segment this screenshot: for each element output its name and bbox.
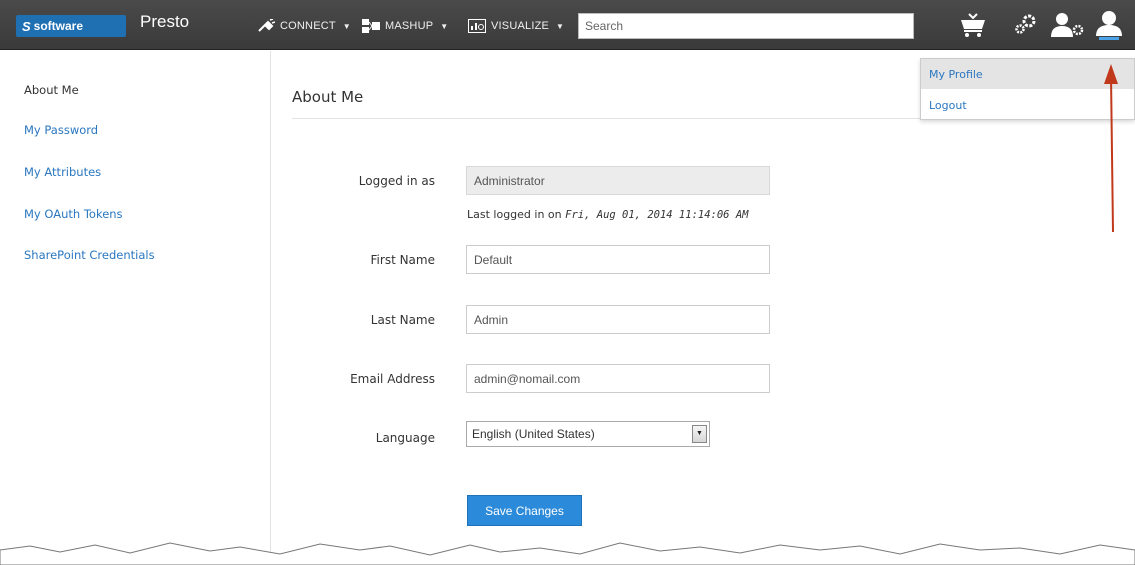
torn-edge-decoration bbox=[0, 542, 1135, 565]
user-profile-icon[interactable] bbox=[1096, 10, 1122, 40]
language-label: Language bbox=[375, 431, 435, 445]
chevron-down-icon[interactable]: ▼ bbox=[692, 425, 707, 443]
sidebar-item-about-me[interactable]: About Me bbox=[24, 83, 79, 97]
nav-mashup-menu[interactable]: MASHUP ▼ bbox=[362, 16, 448, 36]
language-selected-value: English (United States) bbox=[472, 427, 595, 441]
mashup-icon bbox=[362, 19, 380, 33]
first-name-label: First Name bbox=[370, 253, 435, 267]
language-select[interactable]: English (United States) ▼ bbox=[466, 421, 710, 447]
last-login-prefix: Last logged in on bbox=[467, 208, 562, 221]
sidebar-item-my-password[interactable]: My Password bbox=[24, 123, 98, 137]
logged-in-field bbox=[466, 166, 770, 195]
nav-connect-label: CONNECT bbox=[280, 20, 336, 32]
sidebar-item-sharepoint-credentials[interactable]: SharePoint Credentials bbox=[24, 248, 155, 262]
nav-mashup-label: MASHUP bbox=[385, 20, 434, 32]
chevron-down-icon: ▼ bbox=[440, 21, 449, 31]
admin-user-icon[interactable] bbox=[1051, 12, 1085, 38]
logo-text: software bbox=[33, 19, 84, 33]
last-name-field[interactable] bbox=[466, 305, 770, 334]
search-input[interactable] bbox=[578, 13, 914, 39]
cart-icon[interactable] bbox=[958, 12, 988, 38]
chevron-down-icon: ▼ bbox=[556, 21, 565, 31]
annotation-arrow-icon bbox=[1104, 64, 1118, 233]
last-login-text: Last logged in on Fri, Aug 01, 2014 11:1… bbox=[467, 208, 748, 221]
top-navigation-bar: S software Presto CONNECT ▼ MASHUP ▼ VIS… bbox=[0, 0, 1135, 50]
last-login-timestamp: Fri, Aug 01, 2014 11:14:06 AM bbox=[565, 209, 749, 221]
app-name: Presto bbox=[140, 12, 190, 31]
logo-s-mark: S bbox=[22, 18, 31, 34]
visualize-chart-icon bbox=[468, 19, 486, 33]
software-ag-logo[interactable]: S software bbox=[16, 15, 126, 37]
sidebar-item-my-oauth-tokens[interactable]: My OAuth Tokens bbox=[24, 207, 123, 221]
sidebar-item-my-attributes[interactable]: My Attributes bbox=[24, 165, 101, 179]
nav-connect-menu[interactable]: CONNECT ▼ bbox=[257, 16, 351, 36]
email-label: Email Address bbox=[350, 372, 435, 386]
profile-sidebar: About Me My Password My Attributes My OA… bbox=[0, 51, 271, 565]
first-name-field[interactable] bbox=[466, 245, 770, 274]
last-name-label: Last Name bbox=[370, 313, 435, 327]
nav-visualize-menu[interactable]: VISUALIZE ▼ bbox=[468, 16, 564, 36]
save-changes-button[interactable]: Save Changes bbox=[467, 495, 582, 526]
chevron-down-icon: ▼ bbox=[342, 21, 351, 31]
nav-visualize-label: VISUALIZE bbox=[491, 20, 550, 32]
connect-plug-icon bbox=[258, 19, 275, 32]
logged-in-label: Logged in as bbox=[358, 174, 435, 188]
email-field[interactable] bbox=[466, 364, 770, 393]
page-title: About Me bbox=[292, 88, 364, 106]
gears-icon[interactable] bbox=[1013, 12, 1039, 36]
